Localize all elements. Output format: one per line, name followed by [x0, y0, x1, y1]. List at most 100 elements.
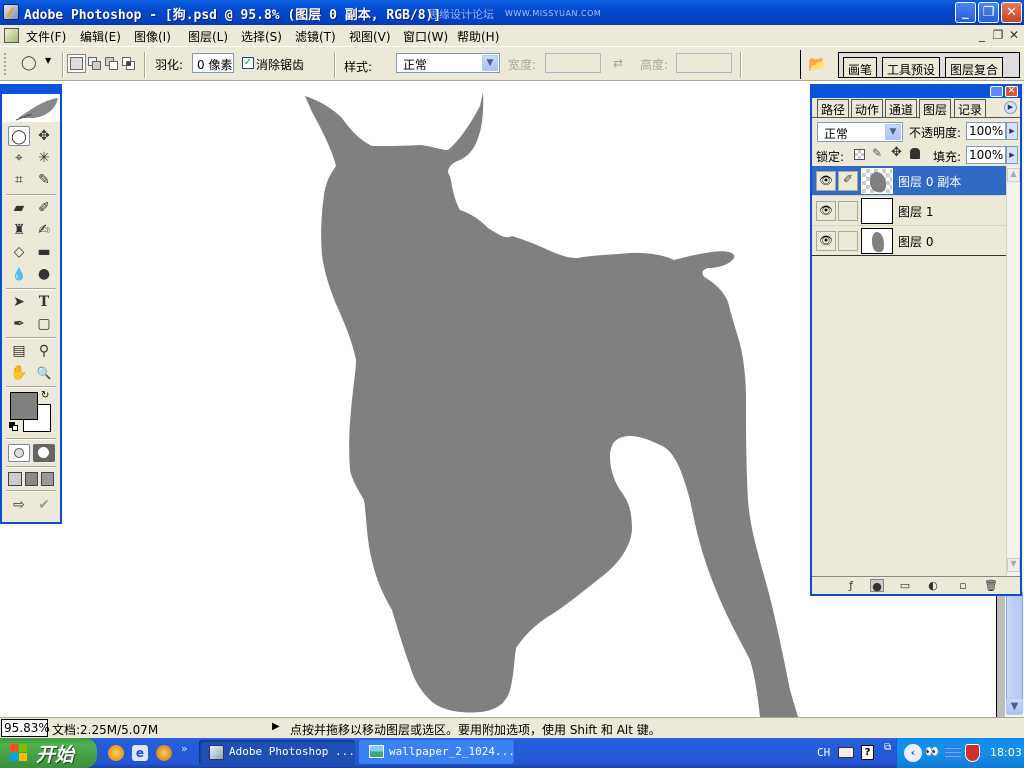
- scrollbar-thumb[interactable]: [1006, 591, 1023, 703]
- width-input[interactable]: [545, 53, 601, 73]
- tab-layers[interactable]: 图层: [919, 99, 952, 119]
- file-browser-icon[interactable]: 📂: [808, 55, 828, 73]
- menu-edit[interactable]: 编辑(E): [80, 28, 121, 45]
- tab-actions[interactable]: 动作: [851, 99, 884, 117]
- intersect-selection-icon[interactable]: [122, 57, 135, 70]
- visibility-eye-icon[interactable]: 👁: [816, 231, 836, 251]
- style-select[interactable]: 正常 ▼: [396, 53, 500, 73]
- subtract-selection-icon[interactable]: [105, 57, 118, 70]
- preset-dropdown-arrow[interactable]: ▼: [45, 56, 51, 65]
- slice-tool[interactable]: ✎: [33, 170, 55, 190]
- brush-link-icon[interactable]: ✐: [838, 171, 858, 191]
- jump-to-imageready-icon[interactable]: ⇨: [8, 495, 30, 515]
- options-grip[interactable]: [4, 53, 6, 75]
- photoshop-feather-logo[interactable]: [2, 94, 60, 122]
- polygonal-lasso-tool[interactable]: ⌖: [8, 148, 30, 168]
- quicklaunch-media-icon[interactable]: [108, 745, 124, 761]
- menu-window[interactable]: 窗口(W): [403, 28, 448, 45]
- palette-menu-button[interactable]: ▶: [1004, 101, 1017, 114]
- menu-image[interactable]: 图像(I): [134, 28, 171, 45]
- quicklaunch-app-icon[interactable]: [156, 745, 172, 761]
- clone-stamp-tool[interactable]: ♜: [8, 220, 30, 240]
- crop-tool[interactable]: ⌗: [8, 170, 30, 190]
- scroll-down-arrow[interactable]: ▼: [1006, 698, 1023, 715]
- eraser-tool[interactable]: ◇: [8, 242, 30, 262]
- doc-minimize-button[interactable]: _: [974, 28, 990, 44]
- foreground-color-swatch[interactable]: [10, 392, 38, 420]
- link-box[interactable]: [838, 201, 858, 221]
- scroll-up-arrow[interactable]: ▲: [1007, 168, 1020, 182]
- lock-pixels-icon[interactable]: ✎: [872, 146, 882, 160]
- doc-close-button[interactable]: ✕: [1006, 28, 1022, 44]
- type-tool[interactable]: T: [33, 292, 55, 312]
- gradient-tool[interactable]: ▬: [33, 242, 55, 262]
- new-selection-icon[interactable]: [70, 57, 83, 70]
- swap-icon[interactable]: ⇄: [613, 56, 623, 70]
- tray-shield-icon[interactable]: [965, 744, 980, 762]
- tray-firewall-icon[interactable]: [945, 746, 961, 760]
- fullscreen-menu-button[interactable]: [25, 472, 38, 486]
- magic-wand-tool[interactable]: ✳: [33, 148, 55, 168]
- zoom-tool[interactable]: 🔍: [33, 363, 55, 383]
- fill-slider-button[interactable]: ▶: [1006, 146, 1018, 164]
- height-input[interactable]: [676, 53, 732, 73]
- palette-tab-brushes[interactable]: 画笔: [843, 57, 878, 77]
- new-group-icon[interactable]: ▭: [898, 579, 912, 592]
- help-icon[interactable]: ?: [861, 745, 874, 760]
- language-indicator[interactable]: CH: [817, 746, 830, 759]
- scroll-down-arrow[interactable]: ▼: [1007, 558, 1020, 572]
- menu-help[interactable]: 帮助(H): [457, 28, 499, 45]
- quicklaunch-ie-icon[interactable]: e: [132, 745, 148, 761]
- chevron-down-icon[interactable]: ▼: [885, 124, 901, 140]
- healing-brush-tool[interactable]: ▰: [8, 198, 30, 218]
- palette-close-button[interactable]: ✕: [1005, 86, 1018, 97]
- restore-bar-icon[interactable]: ⧉: [884, 742, 891, 753]
- visibility-eye-icon[interactable]: 👁: [816, 171, 836, 191]
- trash-icon[interactable]: 🗑: [984, 579, 998, 592]
- doc-restore-button[interactable]: ❐: [990, 28, 1006, 44]
- zoom-level-input[interactable]: 95.83%: [1, 719, 50, 737]
- palette-tab-layer-comps[interactable]: 图层复合: [945, 57, 1004, 77]
- blend-mode-select[interactable]: 正常 ▼: [817, 122, 903, 142]
- move-tool[interactable]: ✥: [33, 126, 55, 146]
- menu-filter[interactable]: 滤镜(T): [295, 28, 336, 45]
- quicklaunch-more-button[interactable]: »: [181, 742, 188, 755]
- layer-row[interactable]: 👁 图层 1: [812, 196, 1006, 226]
- close-button[interactable]: ✕: [1001, 2, 1022, 23]
- layer-style-icon[interactable]: ƒ: [844, 579, 858, 592]
- lock-transparency-icon[interactable]: [854, 149, 865, 160]
- opacity-input[interactable]: 100%: [966, 122, 1006, 140]
- title-bar[interactable]: Adobe Photoshop - [狗.psd @ 95.8% (图层 0 副…: [0, 0, 1024, 25]
- task-photoshop[interactable]: Adobe Photoshop ...: [199, 740, 355, 765]
- minimize-button[interactable]: _: [955, 2, 976, 23]
- default-colors-icon[interactable]: [9, 422, 18, 431]
- menu-view[interactable]: 视图(V): [349, 28, 391, 45]
- dodge-tool[interactable]: ●: [33, 264, 55, 284]
- pen-tool[interactable]: ✒: [8, 314, 30, 334]
- add-mask-icon[interactable]: ●: [870, 579, 884, 593]
- add-selection-icon[interactable]: [88, 57, 101, 70]
- notes-tool[interactable]: ▤: [8, 341, 30, 361]
- start-button[interactable]: 开始: [0, 738, 97, 768]
- antialias-checkbox[interactable]: ✓: [242, 57, 254, 69]
- menu-file[interactable]: 文件(F): [26, 28, 66, 45]
- tab-paths[interactable]: 路径: [817, 99, 850, 117]
- restore-button[interactable]: ❐: [978, 2, 999, 23]
- lock-all-icon[interactable]: [910, 148, 920, 159]
- rectangle-shape-tool[interactable]: ▢: [33, 314, 55, 334]
- tab-channels[interactable]: 通道: [885, 99, 918, 117]
- menu-layer[interactable]: 图层(L): [188, 28, 228, 45]
- layer-row[interactable]: 👁 ✐ 图层 0 副本: [812, 166, 1006, 196]
- task-wallpaper[interactable]: wallpaper_2_1024...: [359, 740, 515, 765]
- palette-tab-tool-presets[interactable]: 工具预设: [882, 57, 941, 77]
- tool-preset-picker[interactable]: ◯: [21, 55, 37, 71]
- chevron-down-icon[interactable]: ▼: [482, 55, 498, 71]
- clock[interactable]: 18:03: [990, 746, 1022, 759]
- menu-select[interactable]: 选择(S): [241, 28, 282, 45]
- link-box[interactable]: [838, 231, 858, 251]
- document-icon[interactable]: [4, 28, 19, 43]
- eyedropper-tool[interactable]: ⚲: [33, 341, 55, 361]
- standard-screen-button[interactable]: [8, 472, 22, 486]
- lock-position-icon[interactable]: ✥: [891, 145, 902, 160]
- path-selection-tool[interactable]: ➤: [8, 292, 30, 312]
